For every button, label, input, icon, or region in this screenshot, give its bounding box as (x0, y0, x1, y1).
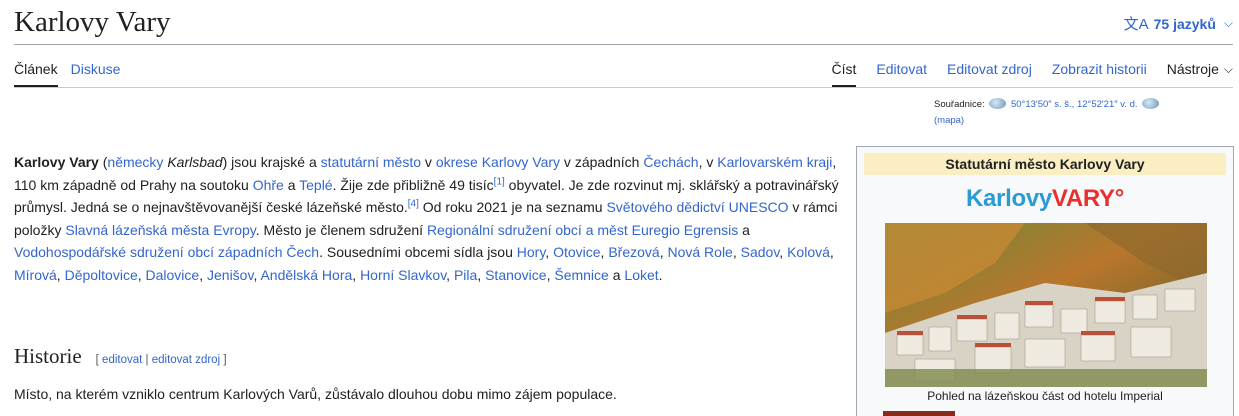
article-link[interactable]: Otovice (553, 244, 600, 260)
article-link[interactable]: Vodohospodářské sdružení obcí západních … (14, 244, 319, 260)
city-logo[interactable]: KarlovyVARY° (857, 185, 1233, 213)
article-subject: Karlovy Vary (14, 154, 99, 170)
article-link[interactable]: německy (107, 154, 163, 170)
lead-paragraph: Karlovy Vary (německy Karlsbad) jsou kra… (14, 151, 844, 286)
globe-icon[interactable] (1142, 98, 1160, 109)
article-link[interactable]: Čechách (643, 154, 698, 170)
article-link[interactable]: Děpoltovice (65, 267, 138, 283)
article-text: , (477, 266, 486, 283)
coordinates-label: Souřadnice: (934, 99, 985, 110)
article-link[interactable]: Regionální sdružení obcí a měst Euregio … (427, 222, 738, 238)
article-text: ) jsou krajské a (222, 154, 321, 170)
article-text: a (608, 266, 625, 283)
article-link[interactable]: Dalovice (146, 267, 200, 283)
article-text: , (352, 266, 361, 283)
section-edit-link[interactable]: editovat (102, 354, 142, 366)
article-link[interactable]: Slavná lázeňská města Evropy (65, 222, 255, 238)
foreign-name: Karlsbad (167, 154, 223, 170)
map-link[interactable]: (mapa) (934, 115, 964, 126)
view-tabs: Číst Editovat Editovat zdroj Zobrazit hi… (831, 61, 1233, 87)
section-title: Historie (14, 344, 82, 368)
article-link[interactable]: Světového dědictví UNESCO (606, 199, 788, 215)
namespace-tabs: Článek Diskuse (14, 61, 121, 87)
coordinates-link[interactable]: 50°13′50″ s. š., 12°52′21″ v. d. (1011, 99, 1138, 110)
tab-edit[interactable]: Editovat (876, 61, 927, 77)
article-text: , (199, 266, 207, 283)
article-text: v západních (560, 154, 644, 170)
article-text: . Sousedními obcemi sídla jsou (319, 244, 517, 260)
article-text: , v (698, 154, 718, 170)
article-link[interactable]: Karlovarském kraji (717, 154, 832, 170)
chevron-down-icon: ⌵ (1223, 16, 1233, 30)
separator: | (142, 354, 152, 366)
city-photo[interactable] (885, 223, 1207, 387)
article-text: , (137, 266, 146, 283)
title-divider (14, 44, 1233, 45)
article-text: , (829, 244, 834, 260)
article-link[interactable]: Stanovice (485, 267, 546, 283)
article-link[interactable]: Jenišov (207, 267, 253, 283)
tools-label: Nástroje (1166, 61, 1219, 77)
language-button[interactable]: 文A 75 jazyků ⌵ (1124, 13, 1233, 34)
globe-icon[interactable] (989, 98, 1007, 109)
article-link[interactable]: Mírová (14, 267, 57, 283)
history-paragraph: Místo, na kterém vzniklo centrum Karlový… (14, 386, 617, 402)
page-title: Karlovy Vary (14, 6, 171, 38)
article-text: , (446, 266, 454, 283)
tab-history[interactable]: Zobrazit historii (1052, 61, 1147, 77)
translate-icon: 文A (1123, 16, 1149, 33)
article-link[interactable]: statutární město (321, 154, 421, 170)
article-link[interactable]: Kolová (787, 244, 830, 260)
section-edit-links: [ editovat | editovat zdroj ] (96, 354, 227, 366)
article-link[interactable]: Andělská Hora (260, 267, 352, 283)
article-text: v (421, 154, 436, 170)
article-text: , (732, 244, 741, 260)
article-text: . (658, 266, 663, 283)
article-text: . Město je členem sdružení (255, 221, 427, 238)
article-link[interactable]: Horní Slavkov (360, 267, 446, 283)
logo-text-vary: VARY° (1051, 185, 1125, 212)
article-link[interactable]: Ohře (253, 177, 284, 193)
article-link[interactable]: Sadov (741, 244, 780, 260)
article-link[interactable]: Šemnice (554, 267, 608, 283)
article-link[interactable]: Loket (624, 267, 658, 283)
coordinates: Souřadnice: 50°13′50″ s. š., 12°52′21″ v… (934, 97, 1234, 129)
logo-text-karlovy: Karlovy (965, 185, 1052, 212)
article-link[interactable]: okrese Karlovy Vary (436, 154, 560, 170)
article-link[interactable]: Nová Role (667, 244, 732, 260)
article-text: , (779, 244, 788, 260)
infobox: Statutární město Karlovy Vary KarlovyVAR… (856, 146, 1234, 416)
tabs-divider (14, 87, 1233, 88)
article-link[interactable]: Hory (517, 244, 546, 260)
tab-read[interactable]: Číst (831, 61, 856, 87)
photo-caption: Pohled na lázeňskou část od hotelu Imper… (927, 389, 1163, 403)
chevron-down-icon: ⌵ (1223, 61, 1233, 76)
article-link[interactable]: Březová (608, 244, 659, 260)
article-link[interactable]: Teplé (299, 177, 332, 193)
section-edit-source-link[interactable]: editovat zdroj (152, 354, 220, 366)
article-text: a (738, 221, 750, 238)
article-text: , (545, 244, 554, 260)
tab-edit-source[interactable]: Editovat zdroj (947, 61, 1032, 77)
article-text: . Žije zde přibližně 49 tisíc (332, 176, 494, 193)
reference-link[interactable]: [1] (494, 176, 505, 187)
bracket: ] (220, 354, 227, 366)
section-heading-history: Historie [ editovat | editovat zdroj ] (14, 344, 227, 369)
tab-article[interactable]: Článek (14, 61, 58, 87)
tools-menu[interactable]: Nástroje ⌵ (1167, 61, 1233, 77)
infobox-title: Statutární město Karlovy Vary (864, 153, 1226, 175)
reference-link[interactable]: [4] (408, 198, 419, 209)
coat-of-arms-image[interactable] (883, 411, 955, 416)
article-text: a (283, 176, 300, 193)
tab-talk[interactable]: Diskuse (71, 61, 121, 77)
language-label: 75 jazyků (1153, 15, 1216, 32)
article-link[interactable]: Pila (454, 267, 477, 283)
article-text: , (56, 266, 65, 283)
article-text: Od roku 2021 je na seznamu (418, 199, 607, 215)
